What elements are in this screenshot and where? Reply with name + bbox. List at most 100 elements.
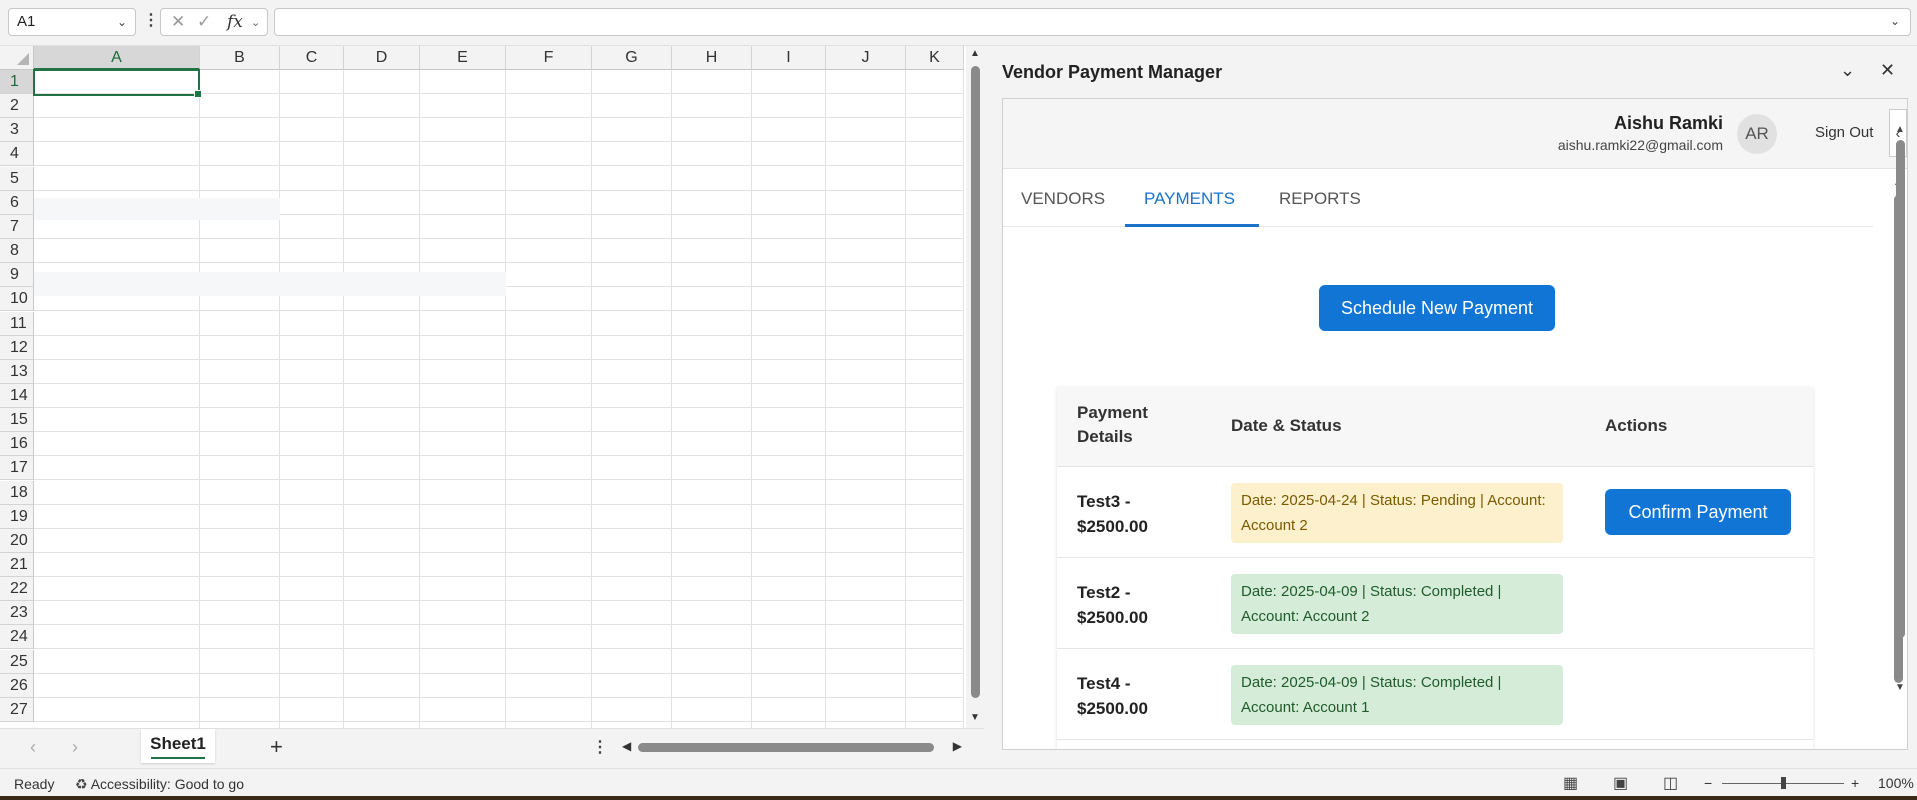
row-header[interactable]: 3: [0, 118, 34, 142]
enter-icon[interactable]: ✓: [197, 12, 211, 32]
scroll-left-icon[interactable]: ◀: [622, 739, 631, 753]
prev-sheet-icon[interactable]: ‹: [30, 737, 36, 758]
zoom-out-button[interactable]: −: [1704, 775, 1712, 791]
scroll-thumb[interactable]: [1896, 140, 1905, 638]
tab-payments[interactable]: PAYMENTS: [1144, 189, 1235, 209]
row-header[interactable]: 16: [0, 432, 34, 456]
chevron-down-icon[interactable]: ⌄: [251, 16, 260, 29]
row-header[interactable]: 21: [0, 553, 34, 577]
row-header[interactable]: 25: [0, 650, 34, 674]
gridline: [34, 479, 964, 480]
sign-out-button[interactable]: Sign Out: [1815, 124, 1873, 141]
chevron-down-icon[interactable]: ⌄: [1840, 60, 1855, 81]
spreadsheet-grid[interactable]: ABCDEFGHIJK 1 2 3 4 5 6 7 8 9 10 11 12 13 14 15 16 17 18 1…: [0, 46, 984, 728]
row-header[interactable]: 11: [0, 312, 34, 336]
row-header[interactable]: 12: [0, 336, 34, 360]
zoom-slider-thumb[interactable]: [1781, 777, 1786, 789]
payments-table: Payment Details Date & Status Actions Te…: [1057, 387, 1813, 749]
vertical-scrollbar[interactable]: ▲ ▼: [966, 46, 984, 728]
row-header[interactable]: 17: [0, 456, 34, 480]
row-header[interactable]: 10: [0, 287, 34, 311]
row-header[interactable]: 7: [0, 215, 34, 239]
user-header: Aishu Ramki aishu.ramki22@gmail.com AR S…: [1003, 99, 1907, 169]
column-header[interactable]: H: [672, 46, 752, 70]
row-header[interactable]: 23: [0, 601, 34, 625]
gridline: [505, 70, 506, 728]
column-header[interactable]: I: [752, 46, 826, 70]
schedule-new-payment-button[interactable]: Schedule New Payment: [1319, 285, 1555, 331]
row-header[interactable]: 4: [0, 142, 34, 166]
row-header[interactable]: 8: [0, 239, 34, 263]
name-box[interactable]: A1 ⌄: [8, 8, 136, 36]
row-header[interactable]: 19: [0, 505, 34, 529]
sheet-tab-sheet1[interactable]: Sheet1: [141, 729, 215, 763]
row-header[interactable]: 9: [0, 263, 34, 287]
row-header[interactable]: 6: [0, 191, 34, 215]
row-header[interactable]: 5: [0, 167, 34, 191]
column-header[interactable]: E: [420, 46, 506, 70]
gridline: [34, 648, 964, 649]
user-email: aishu.ramki22@gmail.com: [1557, 137, 1723, 153]
row-header[interactable]: 1: [0, 70, 34, 94]
active-cell[interactable]: [33, 69, 202, 98]
row-header[interactable]: 24: [0, 625, 34, 649]
row-header[interactable]: 13: [0, 360, 34, 384]
confirm-payment-button[interactable]: Confirm Payment: [1605, 489, 1791, 535]
row-header[interactable]: 27: [0, 698, 34, 722]
gridline: [34, 190, 964, 191]
more-options-icon[interactable]: ⋮: [592, 737, 608, 757]
ready-status: Ready: [14, 776, 55, 792]
add-sheet-button[interactable]: +: [270, 734, 283, 760]
page-layout-icon[interactable]: ▣: [1613, 773, 1628, 793]
select-all-corner[interactable]: [0, 46, 34, 70]
column-header[interactable]: B: [200, 46, 280, 70]
name-box-value: A1: [17, 13, 36, 30]
scroll-thumb[interactable]: [971, 66, 980, 698]
next-sheet-icon[interactable]: ›: [72, 737, 78, 758]
row-header[interactable]: 2: [0, 94, 34, 118]
zoom-level[interactable]: 100%: [1878, 775, 1914, 791]
active-tab-indicator: [1125, 224, 1259, 227]
insert-function-icon[interactable]: fx: [227, 12, 243, 32]
column-header[interactable]: K: [906, 46, 964, 70]
chevron-down-icon[interactable]: ⌄: [117, 9, 127, 35]
scroll-up-icon[interactable]: ▲: [1895, 124, 1905, 135]
normal-view-icon[interactable]: ▦: [1563, 773, 1578, 793]
scroll-up-icon[interactable]: ▲: [970, 48, 980, 59]
row-header[interactable]: 15: [0, 408, 34, 432]
scroll-thumb[interactable]: [638, 743, 934, 752]
gridline: [34, 504, 964, 505]
gridline: [825, 70, 826, 728]
column-header[interactable]: J: [826, 46, 906, 70]
scroll-down-icon[interactable]: ▼: [1895, 682, 1905, 693]
gridline: [905, 70, 906, 728]
column-header[interactable]: D: [344, 46, 420, 70]
accessibility-status[interactable]: ♻ Accessibility: Good to go: [75, 776, 244, 793]
sheet-tab-bar: ‹ › Sheet1 + ⋮ ◀ ▶: [0, 728, 984, 768]
tab-vendors[interactable]: VENDORS: [1021, 189, 1105, 209]
column-header[interactable]: C: [280, 46, 344, 70]
more-options-icon[interactable]: ⋮: [143, 10, 159, 30]
expand-formula-icon[interactable]: ⌄: [1890, 14, 1900, 28]
formula-buttons: ✕ ✓ fx ⌄: [160, 8, 268, 36]
close-icon[interactable]: ✕: [1880, 60, 1895, 81]
column-header[interactable]: F: [506, 46, 592, 70]
gridline: [34, 431, 964, 432]
row-header[interactable]: 26: [0, 674, 34, 698]
row-header[interactable]: 20: [0, 529, 34, 553]
row-header[interactable]: 14: [0, 384, 34, 408]
pane-scrollbar[interactable]: ▲ ▼: [1894, 122, 1908, 702]
row-header[interactable]: 22: [0, 577, 34, 601]
scroll-right-icon[interactable]: ▶: [953, 739, 962, 753]
zoom-in-button[interactable]: +: [1851, 775, 1859, 791]
tab-reports[interactable]: REPORTS: [1279, 189, 1361, 209]
horizontal-scrollbar[interactable]: ◀ ▶: [622, 739, 962, 757]
row-header[interactable]: 18: [0, 481, 34, 505]
column-header[interactable]: G: [592, 46, 672, 70]
page-break-preview-icon[interactable]: ◫: [1663, 773, 1678, 793]
formula-input[interactable]: ⌄: [274, 8, 1911, 36]
column-header[interactable]: A: [34, 46, 200, 70]
scroll-down-icon[interactable]: ▼: [970, 712, 980, 723]
cancel-icon[interactable]: ✕: [171, 12, 185, 32]
formula-bar: A1 ⌄ ⋮ ✕ ✓ fx ⌄ ⌄: [0, 0, 1917, 46]
